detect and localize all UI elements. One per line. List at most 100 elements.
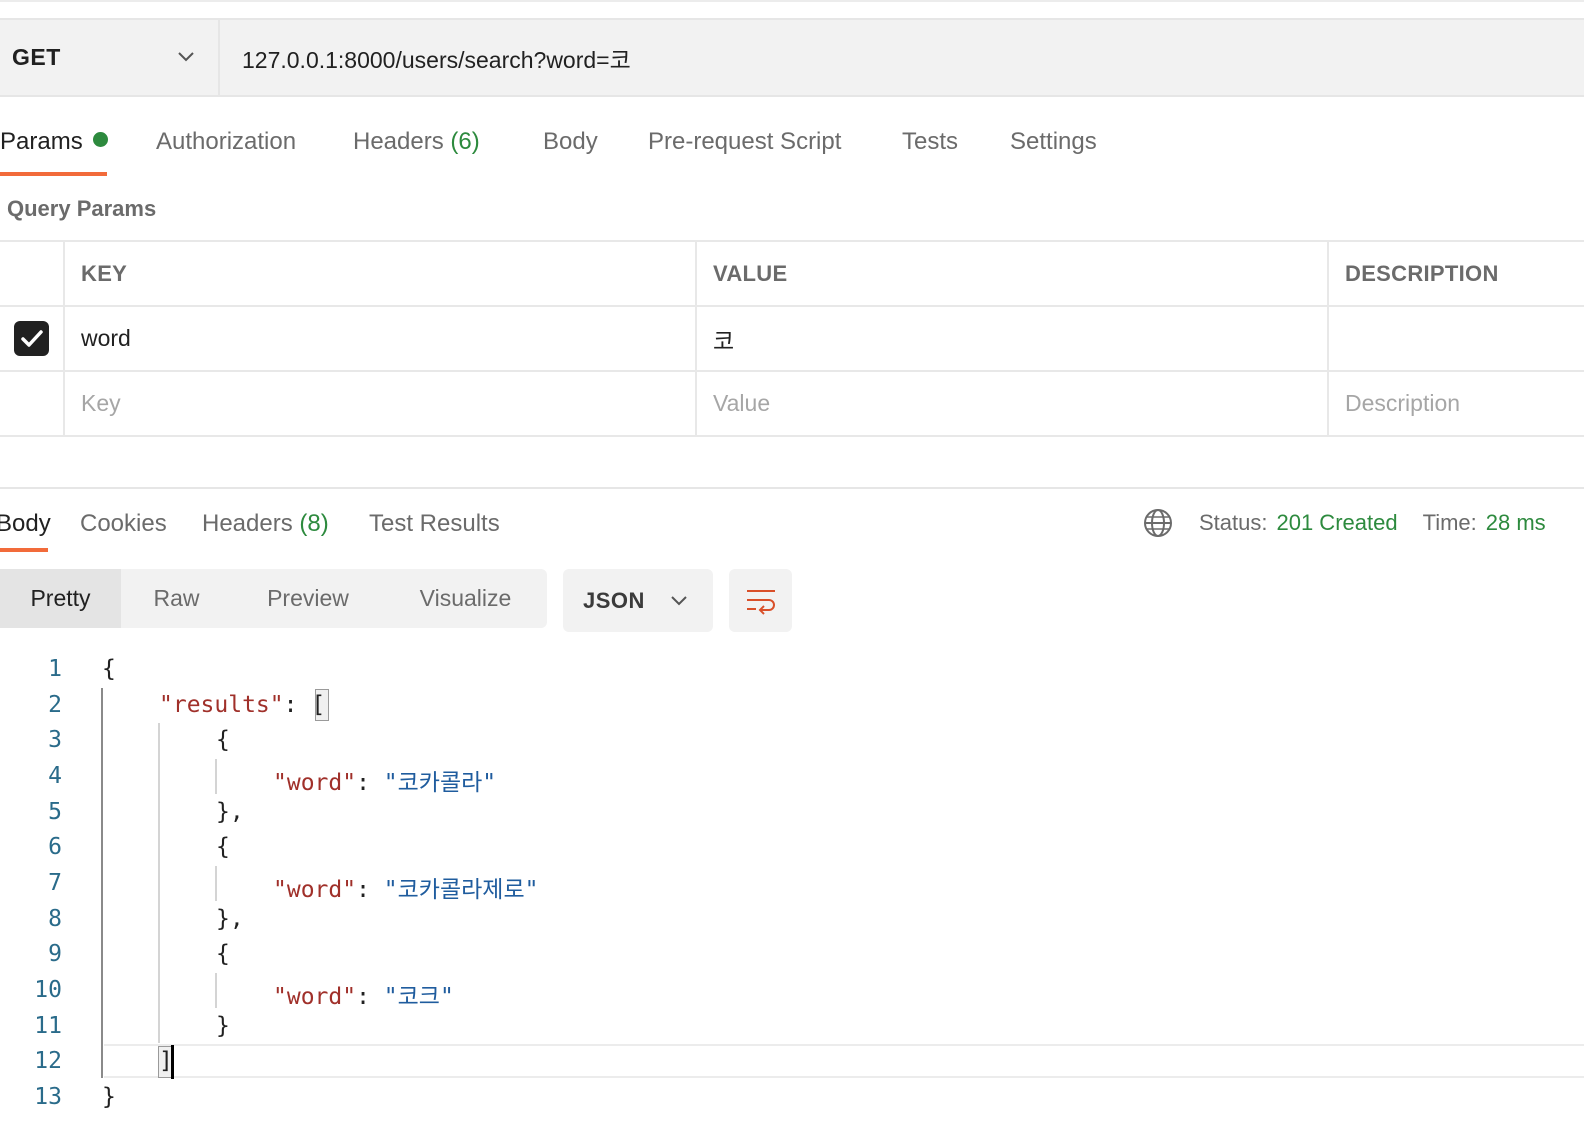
- line-number: 13: [34, 1084, 62, 1110]
- tab-settings[interactable]: Settings: [1010, 128, 1097, 156]
- code-line: 10 "word": "코크": [0, 973, 1584, 1010]
- params-active-dot: [92, 132, 108, 147]
- wrap-lines-button[interactable]: [729, 569, 792, 632]
- code-line: 12 ]: [0, 1044, 1584, 1080]
- table-header-row: KEY VALUE DESCRIPTION: [0, 242, 1584, 307]
- line-number: 1: [48, 656, 62, 682]
- param-description-cell[interactable]: [1327, 307, 1584, 370]
- new-description-input[interactable]: Description: [1327, 372, 1584, 435]
- param-key-cell[interactable]: word: [63, 307, 695, 370]
- key-placeholder: Key: [81, 390, 121, 416]
- response-body-editor[interactable]: 1 { 2 "results": [ 3 { 4 "word": "코카콜라" …: [0, 652, 1584, 1132]
- view-raw-button[interactable]: Raw: [121, 569, 232, 628]
- code-text: {: [216, 834, 230, 860]
- chevron-down-icon: [671, 596, 687, 606]
- line-number: 5: [48, 799, 62, 825]
- empty-checkbox-cell: [0, 372, 63, 435]
- tab-response-cookies[interactable]: Cookies: [80, 510, 167, 538]
- new-value-input[interactable]: Value: [695, 372, 1327, 435]
- header-description-label: DESCRIPTION: [1345, 260, 1499, 286]
- code-text: "results": [: [159, 692, 326, 718]
- code-line: 13 }: [0, 1080, 1584, 1116]
- format-label: JSON: [583, 587, 645, 613]
- json-key: "word": [273, 877, 357, 903]
- tab-params[interactable]: Params: [0, 128, 108, 156]
- code-line: 4 "word": "코카콜라": [0, 759, 1584, 796]
- request-response-divider: [0, 487, 1584, 489]
- method-select[interactable]: GET: [0, 20, 220, 95]
- code-line: 1 {: [0, 652, 1584, 688]
- json-string: "코크": [383, 984, 454, 1010]
- code-line: 3 {: [0, 723, 1584, 759]
- tab-body[interactable]: Body: [543, 128, 598, 156]
- json-key: "results": [159, 692, 284, 718]
- line-number: 6: [48, 834, 62, 860]
- code-line: 6 {: [0, 830, 1584, 866]
- tab-response-body[interactable]: Body: [0, 510, 51, 538]
- table-row-empty: Key Value Description: [0, 372, 1584, 437]
- param-value: 코: [713, 327, 735, 354]
- line-number: 12: [34, 1048, 62, 1074]
- param-key: word: [81, 325, 131, 351]
- time-value[interactable]: 28 ms: [1486, 510, 1546, 536]
- header-value-label: VALUE: [713, 260, 788, 286]
- view-pretty-button[interactable]: Pretty: [0, 569, 121, 628]
- code-text: }: [102, 1084, 116, 1110]
- globe-icon[interactable]: [1143, 508, 1173, 538]
- code-text: {: [216, 727, 230, 753]
- code-text: },: [216, 906, 244, 932]
- line-number: 4: [48, 763, 62, 789]
- time-label: Time:: [1422, 510, 1477, 535]
- header-description: DESCRIPTION: [1327, 242, 1584, 305]
- code-text: "word": "코카콜라제로": [273, 877, 539, 903]
- code-line: 9 {: [0, 937, 1584, 973]
- tab-headers[interactable]: Headers (6): [353, 128, 480, 156]
- request-tabs: Params Authorization Headers (6) Body Pr…: [0, 118, 1584, 178]
- query-params-table: KEY VALUE DESCRIPTION word 코 Key Value D…: [0, 240, 1584, 437]
- method-label: GET: [12, 44, 61, 70]
- chevron-down-icon: [178, 52, 194, 62]
- code-line: 8 },: [0, 902, 1584, 938]
- code-line: 2 "results": [: [0, 688, 1584, 724]
- top-border: [0, 0, 1584, 2]
- json-key: "word": [273, 770, 357, 796]
- view-visualize-button[interactable]: Visualize: [384, 569, 547, 628]
- text-cursor: [171, 1045, 174, 1079]
- code-line: 7 "word": "코카콜라제로": [0, 866, 1584, 903]
- tab-pre-request-script[interactable]: Pre-request Script: [648, 128, 841, 156]
- tab-headers-count: (6): [450, 128, 480, 155]
- url-input[interactable]: 127.0.0.1:8000/users/search?word=코: [220, 20, 1584, 95]
- param-value-cell[interactable]: 코: [695, 307, 1327, 370]
- line-number: 10: [34, 977, 62, 1003]
- checkbox-checked-icon[interactable]: [14, 321, 49, 356]
- code-text: }: [216, 1013, 230, 1039]
- tab-headers-label: Headers: [353, 128, 444, 155]
- code-line: 11 }: [0, 1009, 1584, 1045]
- code-text: {: [216, 941, 230, 967]
- tab-authorization[interactable]: Authorization: [156, 128, 296, 156]
- tab-response-headers[interactable]: Headers (8): [202, 510, 329, 538]
- status-value[interactable]: 201 Created: [1276, 510, 1397, 536]
- tab-test-results[interactable]: Test Results: [369, 510, 500, 538]
- active-tab-underline: [0, 172, 107, 176]
- code-text: "word": "코크": [273, 984, 454, 1010]
- tab-params-label: Params: [0, 128, 83, 155]
- new-key-input[interactable]: Key: [63, 372, 695, 435]
- tab-response-headers-label: Headers: [202, 510, 293, 537]
- header-value: VALUE: [695, 242, 1327, 305]
- line-number: 3: [48, 727, 62, 753]
- value-placeholder: Value: [713, 390, 771, 416]
- header-key-label: KEY: [81, 260, 128, 286]
- view-mode-segmented-control: Pretty Raw Preview Visualize: [0, 569, 547, 628]
- line-number: 2: [48, 692, 62, 718]
- request-url-bar: GET 127.0.0.1:8000/users/search?word=코: [0, 18, 1584, 97]
- code-text: {: [102, 656, 116, 682]
- code-text: },: [216, 799, 244, 825]
- tab-tests[interactable]: Tests: [902, 128, 958, 156]
- header-checkbox-cell: [0, 242, 63, 305]
- view-preview-button[interactable]: Preview: [232, 569, 384, 628]
- table-row: word 코: [0, 307, 1584, 372]
- format-select[interactable]: JSON: [563, 569, 713, 632]
- code-text: "word": "코카콜라": [273, 770, 497, 796]
- json-string: "코카콜라제로": [383, 877, 539, 903]
